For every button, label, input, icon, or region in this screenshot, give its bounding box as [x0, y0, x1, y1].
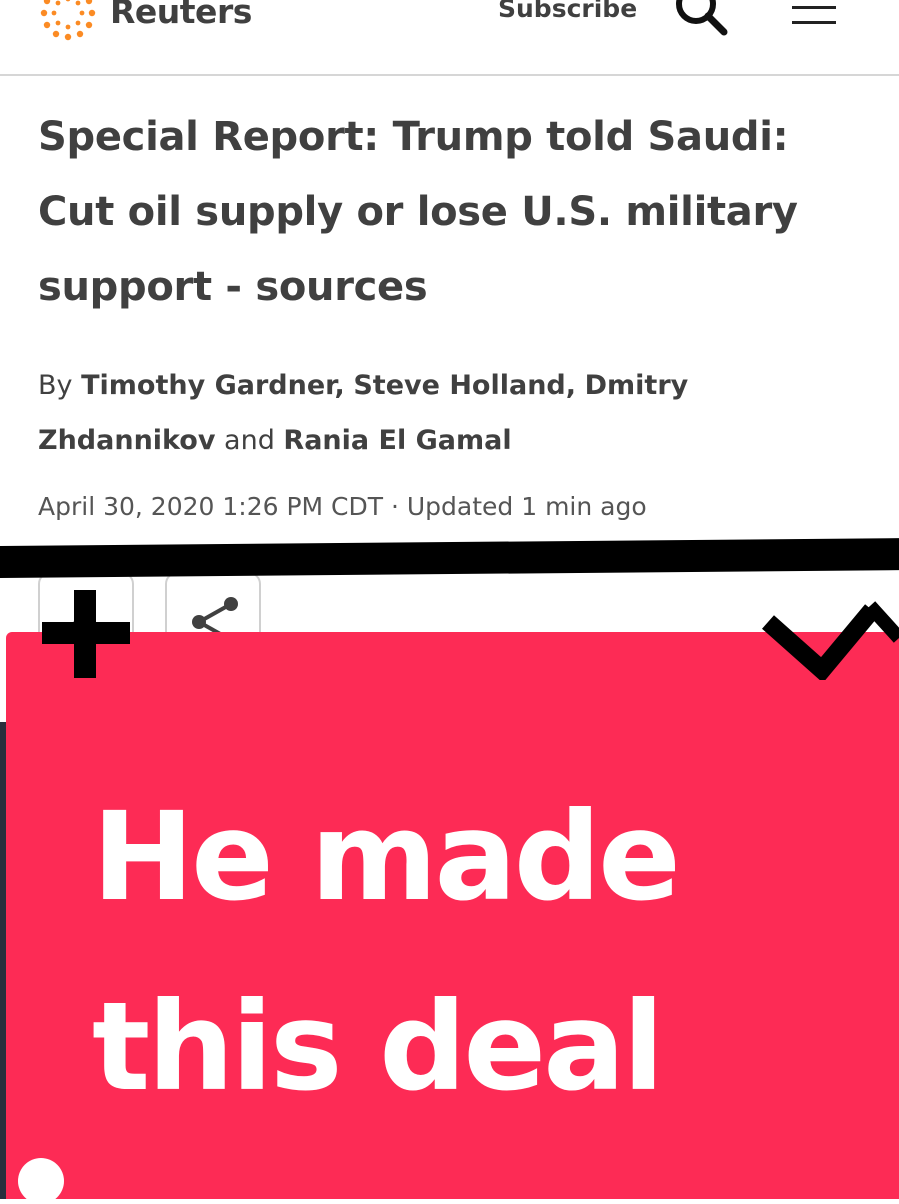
reuters-logo-icon — [40, 0, 96, 41]
article-byline: By Timothy Gardner, Steve Holland, Dmitr… — [38, 358, 858, 468]
reuters-logo[interactable]: Reuters — [36, 0, 252, 41]
author-link[interactable]: Steve Holland — [353, 370, 565, 401]
article-headline: Special Report: Trump told Saudi: Cut oi… — [38, 100, 868, 325]
author-link-part[interactable]: Dmitry — [585, 370, 689, 401]
byline-prefix: By — [38, 370, 73, 401]
article-dateline: April 30, 2020 1:26 PM CDT · Updated 1 m… — [38, 492, 647, 521]
headline-line-3: support - sources — [38, 264, 428, 310]
caption-line-2: this deal — [92, 976, 664, 1118]
byline-separator: , — [334, 370, 345, 401]
author-link-part[interactable]: Zhdannikov — [38, 425, 215, 456]
headline-line-1: Special Report: Trump told Saudi: — [38, 114, 789, 160]
subscribe-link[interactable]: Subscribe — [498, 0, 637, 23]
byline-separator: , — [565, 370, 577, 401]
headline-line-2: Cut oil supply or lose U.S. military — [38, 189, 798, 235]
hamburger-menu-icon[interactable] — [790, 0, 838, 30]
author-link[interactable]: Rania El Gamal — [283, 425, 511, 456]
author-link[interactable]: Timothy Gardner — [81, 370, 334, 401]
site-header: Reuters Subscribe — [0, 0, 899, 76]
dot-icon — [18, 1158, 64, 1204]
logo-text: Reuters — [110, 0, 252, 31]
search-icon[interactable] — [672, 0, 732, 36]
caption-line-1: He made — [92, 786, 681, 928]
divider-bar — [0, 538, 899, 578]
plus-icon[interactable] — [40, 588, 132, 680]
chevron-down-icon[interactable] — [762, 598, 899, 680]
byline-conjunction: and — [224, 425, 275, 456]
caption-overlay-text: He made this deal — [92, 762, 882, 1142]
